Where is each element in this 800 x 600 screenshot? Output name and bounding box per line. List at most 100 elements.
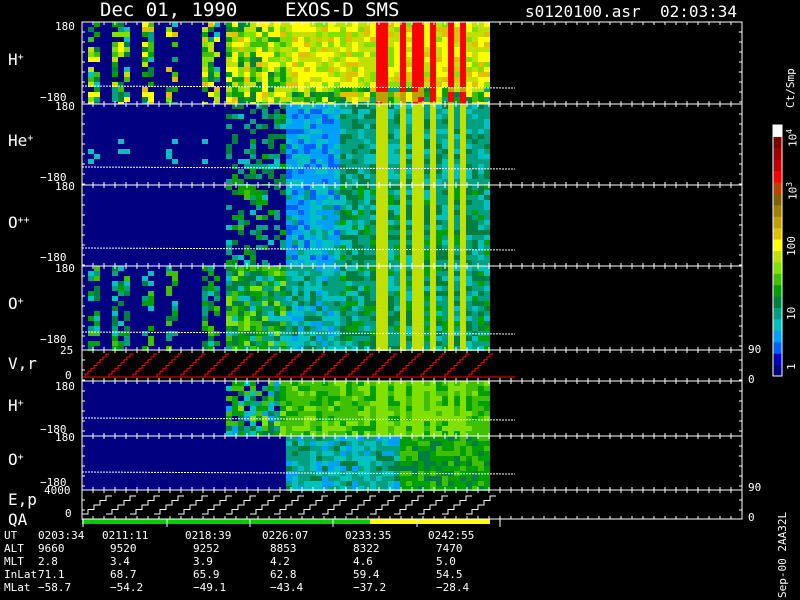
- heatmap-cell: [340, 276, 346, 281]
- heatmap-cell: [286, 159, 292, 164]
- heatmap-cell: [274, 22, 280, 27]
- heatmap-cell: [478, 109, 484, 114]
- heatmap-cell: [478, 159, 484, 164]
- heatmap-cell: [478, 77, 484, 82]
- heatmap-cell: [232, 42, 238, 47]
- heatmap-cell: [166, 27, 172, 32]
- heatmap-cell: [394, 77, 400, 82]
- heatmap-cell: [340, 421, 346, 426]
- heatmap-cell: [478, 250, 484, 255]
- heatmap-cell: [262, 431, 268, 436]
- heatmap-cell: [466, 134, 472, 139]
- heatmap-cell: [304, 52, 310, 57]
- heatmap-cell: [454, 220, 460, 225]
- heatmap-cell: [436, 77, 442, 82]
- heatmap-cell: [304, 215, 310, 220]
- heatmap-cell: [202, 72, 208, 77]
- heatmap-cell: [340, 179, 346, 184]
- heatmap-cell: [466, 250, 472, 255]
- heatmap-cell: [370, 406, 376, 411]
- heatmap-cell: [466, 255, 472, 260]
- heatmap-cell: [316, 114, 322, 119]
- heatmap-cell: [454, 32, 460, 37]
- heatmap-cell: [352, 301, 358, 306]
- heatmap-cell: [292, 240, 298, 245]
- heatmap-cell: [328, 276, 334, 281]
- heatmap-cell: [274, 426, 280, 431]
- heatmap-cell: [382, 82, 388, 87]
- heatmap-cell: [394, 441, 400, 446]
- heatmap-cell: [376, 446, 382, 451]
- heatmap-cell: [364, 461, 370, 466]
- heatmap-cell: [316, 169, 322, 174]
- heatmap-cell: [322, 109, 328, 114]
- heatmap-cell: [310, 466, 316, 471]
- heatmap-cell: [322, 411, 328, 416]
- heatmap-cell: [478, 426, 484, 431]
- heatmap-cell: [436, 109, 442, 114]
- heatmap-cell: [406, 92, 412, 97]
- heatmap-cell: [472, 240, 478, 245]
- heatmap-cell: [304, 436, 310, 441]
- heatmap-cell: [478, 169, 484, 174]
- heatmap-cell: [412, 316, 418, 321]
- heatmap-cell: [346, 461, 352, 466]
- heatmap-cell: [406, 104, 412, 109]
- heatmap-cell: [364, 401, 370, 406]
- heatmap-cell: [346, 42, 352, 47]
- heatmap-cell: [400, 296, 406, 301]
- heatmap-cell: [250, 169, 256, 174]
- heatmap-cell: [274, 52, 280, 57]
- heatmap-cell: [430, 230, 436, 235]
- heatmap-cell: [250, 286, 256, 291]
- heatmap-cell: [250, 77, 256, 82]
- heatmap-cell: [424, 215, 430, 220]
- heatmap-cell: [430, 174, 436, 179]
- heatmap-cell: [430, 291, 436, 296]
- heatmap-cell: [382, 179, 388, 184]
- heatmap-cell: [454, 42, 460, 47]
- heatmap-cell: [466, 77, 472, 82]
- heatmap-cell: [112, 87, 118, 92]
- heatmap-cell: [448, 129, 454, 134]
- heatmap-cell: [274, 159, 280, 164]
- heatmap-cell: [424, 47, 430, 52]
- heatmap-cell: [442, 250, 448, 255]
- heatmap-cell: [88, 77, 94, 82]
- heatmap-cell: [400, 82, 406, 87]
- heatmap-cell: [478, 144, 484, 149]
- heatmap-cell: [400, 441, 406, 446]
- heatmap-cell: [412, 114, 418, 119]
- heatmap-cell: [472, 391, 478, 396]
- heatmap-cell: [292, 190, 298, 195]
- heatmap-cell: [406, 416, 412, 421]
- heatmap-cell: [394, 57, 400, 62]
- heatmap-cell: [478, 291, 484, 296]
- heatmap-cell: [376, 321, 382, 326]
- heatmap-cell: [424, 114, 430, 119]
- heatmap-cell: [286, 296, 292, 301]
- heatmap-cell: [400, 406, 406, 411]
- heatmap-cell: [448, 316, 454, 321]
- heatmap-cell: [454, 77, 460, 82]
- heatmap-cell: [316, 451, 322, 456]
- heatmap-cell: [322, 27, 328, 32]
- heatmap-cell: [310, 119, 316, 124]
- heatmap-cell: [478, 451, 484, 456]
- heatmap-cell: [472, 32, 478, 37]
- heatmap-cell: [298, 22, 304, 27]
- heatmap-cell: [442, 134, 448, 139]
- heatmap-cell: [274, 109, 280, 114]
- heatmap-cell: [424, 416, 430, 421]
- heatmap-cell: [358, 411, 364, 416]
- heatmap-cell: [280, 114, 286, 119]
- heatmap-cell: [340, 124, 346, 129]
- heatmap-cell: [394, 52, 400, 57]
- heatmap-cell: [418, 37, 424, 42]
- heatmap-cell: [316, 276, 322, 281]
- heatmap-cell: [466, 421, 472, 426]
- heatmap-cell: [280, 336, 286, 341]
- heatmap-cell: [148, 42, 154, 47]
- heatmap-cell: [418, 205, 424, 210]
- heatmap-cell: [304, 336, 310, 341]
